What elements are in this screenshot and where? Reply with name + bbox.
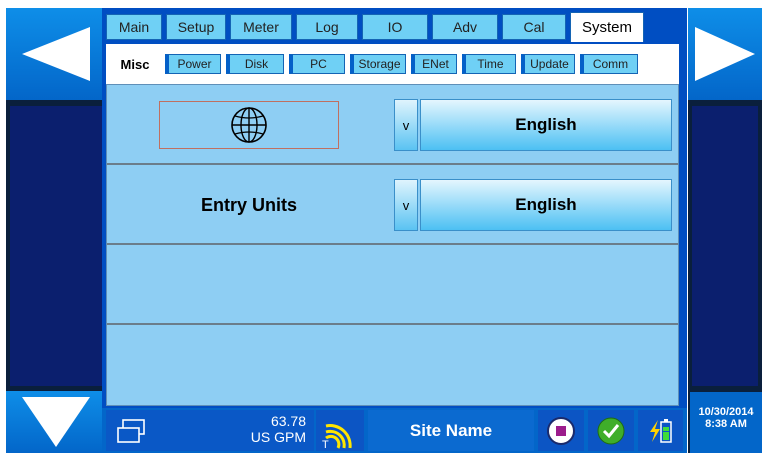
time-text: 8:38 AM xyxy=(705,418,747,430)
subtab-pc[interactable]: PC xyxy=(289,54,345,74)
tab-label: Meter xyxy=(243,19,279,35)
language-value[interactable]: English xyxy=(420,99,672,151)
tab-label: Main xyxy=(118,19,150,35)
subtab-misc[interactable]: Misc xyxy=(110,54,160,74)
flow-readout[interactable]: 63.78 US GPM xyxy=(106,410,314,451)
back-button[interactable] xyxy=(6,8,106,100)
tab-label: System xyxy=(581,19,632,36)
left-side-panel xyxy=(10,106,102,386)
stop-icon xyxy=(547,416,575,445)
empty-row xyxy=(107,325,678,405)
entry-units-value[interactable]: English xyxy=(420,179,672,231)
tab-label: Cal xyxy=(523,19,545,35)
site-name-button[interactable]: Site Name xyxy=(368,410,534,451)
status-ok-button[interactable] xyxy=(588,410,634,451)
main-tab-bar: Main Setup Meter Log IO Adv Cal System xyxy=(106,12,687,42)
tab-log[interactable]: Log xyxy=(296,14,358,40)
battery-charging-icon xyxy=(649,418,672,443)
right-side-panel xyxy=(692,106,758,386)
left-column xyxy=(6,8,106,453)
tab-main[interactable]: Main xyxy=(106,14,162,40)
tab-cal[interactable]: Cal xyxy=(502,14,566,40)
language-row: v English xyxy=(107,85,678,165)
datetime-display: 10/30/2014 8:38 AM xyxy=(690,392,762,453)
entry-units-label: Entry Units xyxy=(200,194,297,215)
left-arrow-icon xyxy=(22,27,90,81)
subtab-update[interactable]: Update xyxy=(521,54,575,74)
tab-label: Setup xyxy=(177,19,215,35)
signal-indicator[interactable]: T xyxy=(316,410,364,451)
tab-system[interactable]: System xyxy=(570,12,644,42)
subtab-storage[interactable]: Storage xyxy=(350,54,406,74)
tab-setup[interactable]: Setup xyxy=(166,14,226,40)
subtab-time[interactable]: Time xyxy=(462,54,516,74)
language-dropdown-toggle[interactable]: v xyxy=(394,99,418,151)
subtab-power[interactable]: Power xyxy=(165,54,221,74)
tab-io[interactable]: IO xyxy=(362,14,428,40)
stop-button[interactable] xyxy=(538,410,584,451)
entry-units-dropdown-toggle[interactable]: v xyxy=(394,179,418,231)
subtab-label: Storage xyxy=(358,57,401,71)
down-arrow-icon xyxy=(22,397,90,447)
empty-row xyxy=(107,245,678,325)
down-button[interactable] xyxy=(6,391,106,453)
sub-tab-bar: Misc Power Disk PC Storage ENet Time Upd… xyxy=(106,44,679,84)
subtab-disk[interactable]: Disk xyxy=(226,54,284,74)
status-bar: 63.78 US GPM T Site Name xyxy=(102,408,687,453)
subtab-label: Update xyxy=(530,57,569,71)
subtab-label: Comm xyxy=(592,57,629,71)
signal-label: T xyxy=(322,439,329,450)
checkmark-icon xyxy=(597,417,625,444)
entry-units-row: Entry Units v English xyxy=(107,165,678,245)
subtab-label: Power xyxy=(177,57,212,71)
subtab-enet[interactable]: ENet xyxy=(411,54,457,74)
subtab-label: ENet xyxy=(422,57,449,71)
tab-label: Log xyxy=(315,19,339,35)
flow-unit: US GPM xyxy=(250,429,306,445)
subtab-label: Time xyxy=(477,57,504,71)
forward-button[interactable] xyxy=(688,8,762,100)
language-dropdown[interactable]: v English xyxy=(394,99,672,151)
tab-adv[interactable]: Adv xyxy=(432,14,498,40)
right-column xyxy=(688,8,762,453)
right-arrow-icon xyxy=(695,27,755,81)
tab-label: Adv xyxy=(452,19,478,35)
flow-value-block: 63.78 US GPM xyxy=(251,413,306,445)
power-status-button[interactable] xyxy=(638,410,683,451)
subtab-label: Misc xyxy=(120,56,150,72)
screens-icon xyxy=(117,419,145,443)
main-panel: Main Setup Meter Log IO Adv Cal System M… xyxy=(102,8,687,408)
language-label-box xyxy=(159,101,339,149)
subtab-label: Disk xyxy=(244,57,269,71)
tab-label: IO xyxy=(387,19,403,35)
settings-content: v English Entry Units v English xyxy=(106,84,679,406)
date-text: 10/30/2014 xyxy=(698,406,754,418)
signal-strength-icon: T xyxy=(322,423,352,450)
subtab-label: PC xyxy=(310,57,327,71)
globe-icon xyxy=(231,107,267,143)
subtab-comm[interactable]: Comm xyxy=(580,54,638,74)
entry-units-dropdown[interactable]: v English xyxy=(394,179,672,231)
flow-value: 63.78 xyxy=(270,413,306,429)
tab-meter[interactable]: Meter xyxy=(230,14,292,40)
